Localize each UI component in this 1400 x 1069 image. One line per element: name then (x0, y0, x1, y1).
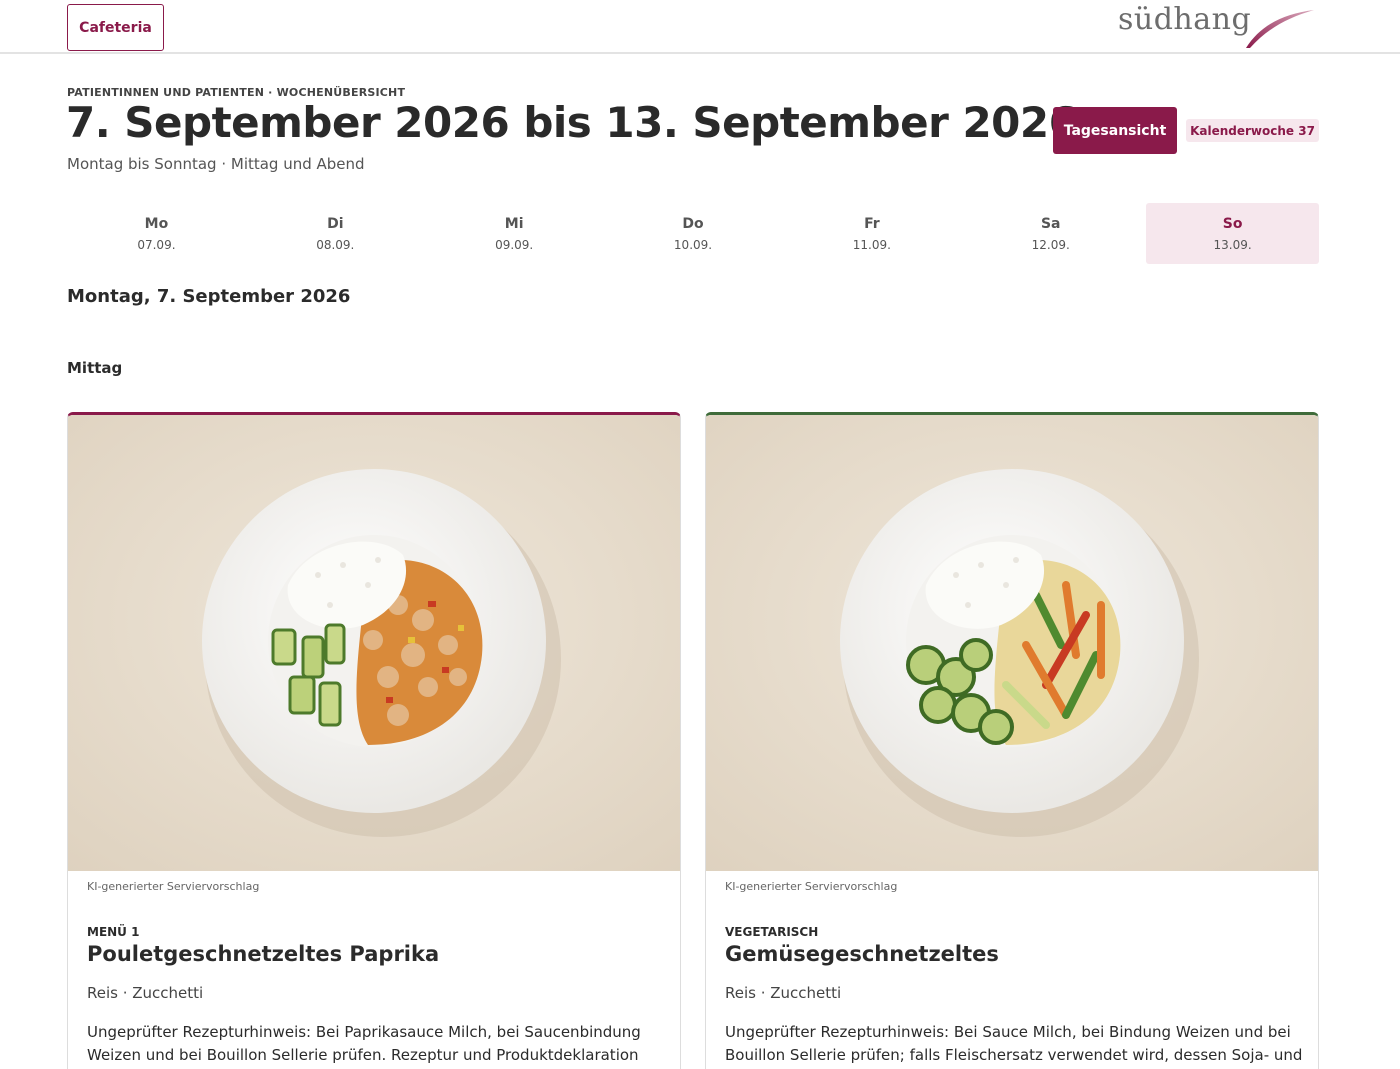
day-name: Di (327, 215, 344, 232)
dish-name: Gemüsegeschnetzeltes (725, 942, 999, 966)
menu-category: VEGETARISCH (725, 925, 819, 939)
top-bar: Cafeteria südhang (0, 0, 1400, 54)
day-tab-fr[interactable]: Fr 11.09. (782, 203, 961, 264)
page-title: 7. September 2026 bis 13. September 2026 (66, 98, 1078, 147)
day-date: 07.09. (137, 237, 176, 252)
dish-sides: Reis · Zucchetti (87, 984, 204, 1002)
dish-name: Pouletgeschnetzeltes Paprika (87, 942, 440, 966)
logo-text: südhang (1118, 2, 1252, 37)
day-name: Do (682, 215, 704, 232)
day-tab-so[interactable]: So 13.09. (1146, 203, 1320, 264)
week-day-selector: Mo 07.09. Di 08.09. Mi 09.09. Do 10.09. … (67, 203, 1320, 264)
day-date: 08.09. (316, 237, 355, 252)
day-tab-di[interactable]: Di 08.09. (246, 203, 425, 264)
ai-generated-note: KI-generierter Serviervorschlag (87, 880, 260, 893)
selected-day-heading: Montag, 7. September 2026 (67, 286, 351, 307)
day-tab-mo[interactable]: Mo 07.09. (67, 203, 246, 264)
logo-swoosh-icon (1246, 10, 1314, 48)
day-name: Sa (1040, 215, 1061, 232)
day-view-button[interactable]: Tagesansicht (1053, 107, 1177, 154)
calendar-week-badge: Kalenderwoche 37 (1186, 119, 1319, 142)
meal-time-heading: Mittag (67, 359, 123, 377)
recipe-hint: Ungeprüfter Rezepturhinweis: Bei Sauce M… (725, 1023, 1303, 1064)
suedhang-logo[interactable]: südhang (1118, 2, 1318, 50)
day-name: So (1222, 215, 1243, 232)
day-tab-sa[interactable]: Sa 12.09. (961, 203, 1140, 264)
day-date: 10.09. (673, 237, 713, 252)
dish-sides: Reis · Zucchetti (725, 984, 842, 1002)
recipe-hint: Ungeprüfter Rezepturhinweis: Bei Paprika… (87, 1023, 641, 1064)
day-date: 13.09. (1213, 237, 1252, 252)
day-tab-do[interactable]: Do 10.09. (604, 203, 783, 264)
page-subtitle: Montag bis Sonntag · Mittag und Abend (67, 155, 365, 173)
day-date: 09.09. (495, 237, 534, 252)
day-name: Mi (504, 215, 524, 232)
day-tab-mi[interactable]: Mi 09.09. (425, 203, 604, 264)
day-name: Fr (864, 215, 880, 232)
menu-card[interactable]: KI-generierter Serviervorschlag VEGETARI… (705, 412, 1319, 1069)
menu-category: MENÜ 1 (87, 925, 140, 939)
cafeteria-button[interactable]: Cafeteria (67, 4, 164, 51)
menu-card[interactable]: KI-generierter Serviervorschlag MENÜ 1 P… (67, 412, 681, 1069)
ai-generated-note: KI-generierter Serviervorschlag (725, 880, 898, 893)
day-date: 12.09. (1031, 237, 1070, 252)
dish-photo (706, 415, 1318, 871)
dish-photo (68, 415, 680, 871)
day-date: 11.09. (852, 237, 891, 252)
day-name: Mo (144, 215, 169, 232)
